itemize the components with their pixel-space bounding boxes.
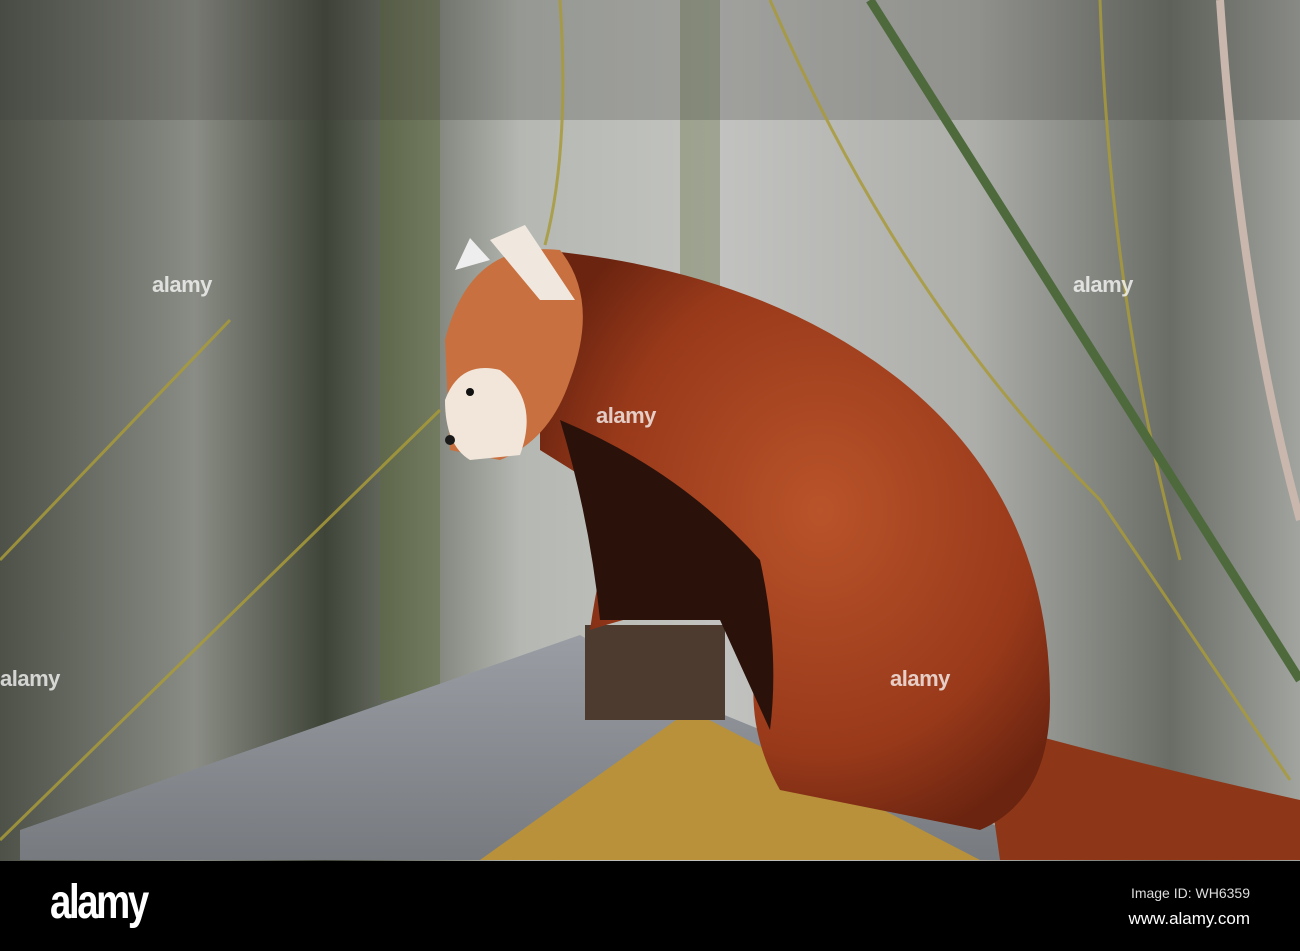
- image-id: Image ID: WH6359: [1130, 885, 1250, 901]
- watermark-text: alamy: [0, 666, 60, 691]
- watermark-text: alamy: [152, 272, 212, 297]
- red-panda-photo: [0, 0, 1300, 861]
- alamy-logo: alamy: [50, 876, 149, 929]
- stock-photo-page: alamy alamy alamy alamy alamy alamy Imag…: [0, 0, 1300, 951]
- website-url: www.alamy.com: [1128, 909, 1250, 928]
- watermark-text: alamy: [890, 666, 950, 691]
- footer-bar: alamy Image ID: WH6359 www.alamy.com: [0, 861, 1300, 951]
- watermark-text: alamy: [596, 403, 656, 428]
- watermark-text: alamy: [1073, 272, 1133, 297]
